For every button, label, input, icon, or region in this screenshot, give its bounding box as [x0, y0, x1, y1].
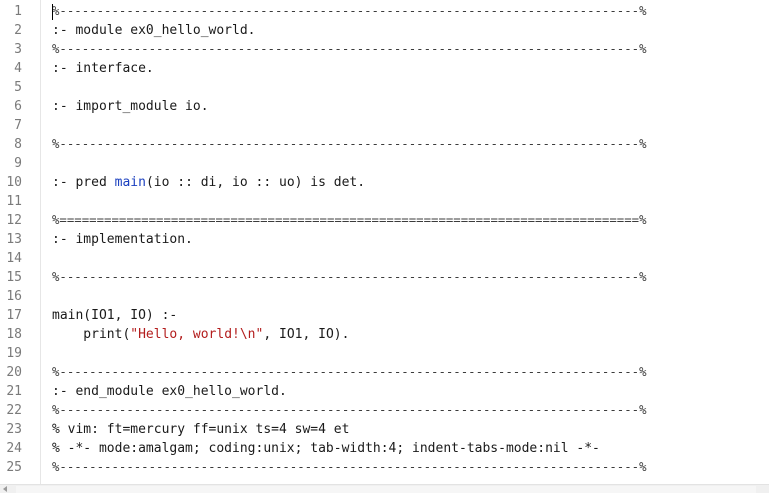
comment-text: %---------------------------------------…	[52, 460, 647, 474]
code-line[interactable]: :- pred main(io :: di, io :: uo) is det.	[52, 173, 365, 192]
code-line[interactable]: %---------------------------------------…	[52, 401, 647, 420]
line-number: 4	[14, 61, 22, 76]
code-line[interactable]: % -*- mode:amalgam; coding:unix; tab-wid…	[52, 439, 600, 458]
line-number: 1	[14, 4, 22, 19]
code-token: main(IO1, IO) :-	[52, 308, 178, 323]
code-line[interactable]: :- module ex0_hello_world.	[52, 21, 256, 40]
comment-text: %---------------------------------------…	[52, 4, 647, 18]
line-number: 20	[6, 365, 22, 380]
comment-text: %---------------------------------------…	[52, 403, 647, 417]
function-name: main	[114, 175, 146, 190]
line-number: 12	[6, 213, 22, 228]
line-number: 23	[6, 422, 22, 437]
line-number: 3	[14, 42, 22, 57]
line-number: 21	[6, 384, 22, 399]
gutter-divider	[40, 0, 41, 484]
horizontal-scrollbar[interactable]	[0, 484, 769, 493]
code-editor[interactable]: 1 2 3 4 5 6 7 8 9 10 11 12 13 14 15 16 17 18 19 20 21 22 23 24 2…	[0, 0, 769, 493]
code-line[interactable]: print("Hello, world!\n", IO1, IO).	[52, 325, 349, 344]
code-line[interactable]: %---------------------------------------…	[52, 458, 647, 477]
code-token: :- interface.	[52, 61, 154, 76]
line-number: 18	[6, 327, 22, 342]
code-token: % vim: ft=mercury ff=unix ts=4 sw=4 et	[52, 422, 350, 437]
code-line[interactable]: %=======================================…	[52, 211, 647, 230]
line-number: 2	[14, 23, 22, 38]
line-number: 6	[14, 99, 22, 114]
line-number: 5	[14, 80, 22, 95]
code-token: :- import_module io.	[52, 99, 209, 114]
comment-text: %---------------------------------------…	[52, 42, 647, 56]
code-line[interactable]: %---------------------------------------…	[52, 2, 647, 21]
line-number: 17	[6, 308, 22, 323]
line-number: 13	[6, 232, 22, 247]
line-number: 22	[6, 403, 22, 418]
line-number: 10	[6, 175, 22, 190]
code-token: % -*- mode:amalgam; coding:unix; tab-wid…	[52, 441, 600, 456]
string-literal: "Hello, world!\n"	[130, 327, 264, 342]
code-line[interactable]: :- end_module ex0_hello_world.	[52, 382, 287, 401]
line-number: 14	[6, 251, 22, 266]
line-number: 8	[14, 137, 22, 152]
line-number: 9	[14, 156, 22, 171]
code-token: :- module ex0_hello_world.	[52, 23, 256, 38]
code-line[interactable]: %---------------------------------------…	[52, 40, 647, 59]
line-number-gutter: 1 2 3 4 5 6 7 8 9 10 11 12 13 14 15 16 17 18 19 20 21 22 23 24 2…	[0, 2, 40, 482]
line-number: 24	[6, 441, 22, 456]
line-number: 16	[6, 289, 22, 304]
comment-text: %=======================================…	[52, 213, 647, 227]
code-line[interactable]: %---------------------------------------…	[52, 363, 647, 382]
code-line[interactable]: :- interface.	[52, 59, 154, 78]
code-line[interactable]: %---------------------------------------…	[52, 268, 647, 287]
line-number: 15	[6, 270, 22, 285]
comment-text: %---------------------------------------…	[52, 270, 647, 284]
code-token: , IO1, IO).	[263, 327, 350, 342]
text-cursor	[52, 4, 53, 20]
code-area[interactable]: %---------------------------------------…	[52, 2, 756, 482]
code-line[interactable]: :- implementation.	[52, 230, 193, 249]
comment-text: %---------------------------------------…	[52, 365, 647, 379]
code-token: :- implementation.	[52, 232, 193, 247]
code-token: :- pred	[52, 175, 115, 190]
code-line[interactable]: % vim: ft=mercury ff=unix ts=4 sw=4 et	[52, 420, 349, 439]
horizontal-scrollbar-thumb[interactable]	[16, 486, 756, 493]
line-number: 11	[6, 194, 22, 209]
code-line[interactable]: %---------------------------------------…	[52, 135, 647, 154]
line-number: 7	[14, 118, 22, 133]
code-token: print(	[52, 327, 131, 342]
code-token: :- end_module ex0_hello_world.	[52, 384, 287, 399]
code-token: (io :: di, io :: uo) is det.	[145, 175, 366, 190]
line-number: 19	[6, 346, 22, 361]
code-line[interactable]: :- import_module io.	[52, 97, 209, 116]
line-number: 25	[6, 460, 22, 475]
code-line[interactable]: main(IO1, IO) :-	[52, 306, 177, 325]
scroll-left-arrow-icon[interactable]	[3, 486, 7, 492]
comment-text: %---------------------------------------…	[52, 137, 647, 151]
